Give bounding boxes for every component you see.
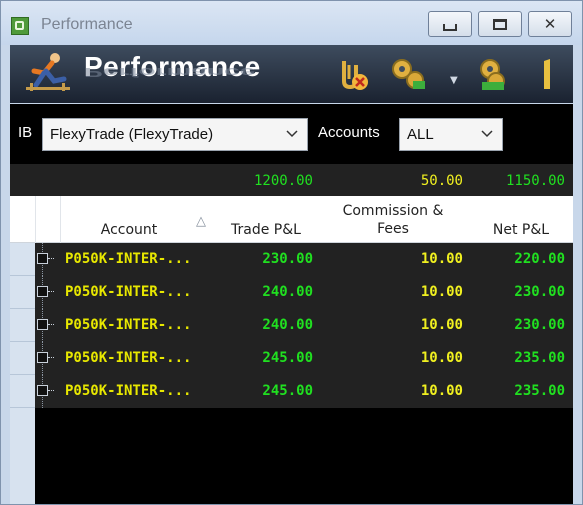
table-row[interactable]: P050K-INTER-... 245.00 10.00 235.00: [35, 342, 573, 375]
tree-line: [48, 390, 54, 392]
tree-line: [48, 291, 54, 293]
banner-title-reflection: Performance: [84, 65, 256, 79]
total-commission-fees: 50.00: [420, 173, 463, 189]
commission-cell: 10.00: [420, 317, 463, 333]
chevron-down-icon: [286, 130, 298, 138]
expand-icon[interactable]: [37, 385, 48, 396]
net-pl-cell: 230.00: [514, 317, 565, 333]
tree-line: [48, 258, 54, 260]
minimize-icon: [443, 23, 457, 31]
grid-header: Account △ Trade P&L Commission & Fees Ne…: [10, 196, 573, 243]
broker-select[interactable]: FlexyTrade (FlexyTrade): [42, 118, 308, 151]
total-net-pl: 1150.00: [505, 173, 565, 189]
column-header-trade-pl[interactable]: Trade P&L: [216, 222, 316, 238]
minimize-button[interactable]: [428, 11, 472, 37]
expand-icon[interactable]: [37, 253, 48, 264]
gears-dropdown-arrow-icon[interactable]: ▼: [450, 75, 458, 86]
row-divider: [10, 308, 35, 309]
tree-line: [48, 357, 54, 359]
column-header-commission-fees[interactable]: Commission & Fees: [328, 202, 458, 238]
maximize-icon: [493, 18, 507, 30]
title-bar[interactable]: Performance ✕: [1, 1, 582, 45]
row-divider: [10, 407, 35, 408]
broker-select-value: FlexyTrade (FlexyTrade): [50, 126, 214, 143]
gears-icon[interactable]: [388, 55, 428, 93]
performance-window: Performance ✕ Performance Performance ▼ …: [0, 0, 583, 505]
close-icon: ✕: [543, 15, 557, 33]
filter-bar: IB FlexyTrade (FlexyTrade) Accounts ALL: [10, 104, 573, 164]
account-cell: P050K-INTER-...: [65, 383, 192, 399]
empty-grid-area: [35, 408, 573, 504]
table-row[interactable]: P050K-INTER-... 240.00 10.00 230.00: [35, 309, 573, 342]
window-title: Performance: [41, 16, 133, 33]
commission-cell: 10.00: [420, 284, 463, 300]
broker-label: IB: [18, 124, 33, 141]
net-pl-cell: 235.00: [514, 383, 565, 399]
expand-icon[interactable]: [37, 319, 48, 330]
expand-icon[interactable]: [37, 352, 48, 363]
expand-icon[interactable]: [37, 286, 48, 297]
account-cell: P050K-INTER-...: [65, 251, 192, 267]
accounts-select-value: ALL: [407, 126, 434, 143]
grid-rows: P050K-INTER-... 230.00 10.00 220.00 P050…: [35, 243, 573, 408]
row-divider: [10, 341, 35, 342]
commission-cell: 10.00: [420, 251, 463, 267]
column-header-account[interactable]: Account: [74, 222, 184, 238]
column-header-net-pl[interactable]: Net P&L: [476, 222, 566, 238]
trade-pl-cell: 245.00: [262, 383, 313, 399]
totals-row: 1200.00 50.00 1150.00: [10, 164, 573, 196]
table-row[interactable]: P050K-INTER-... 240.00 10.00 230.00: [35, 276, 573, 309]
column-separator: [35, 196, 36, 243]
account-cell: P050K-INTER-...: [65, 284, 192, 300]
net-pl-cell: 220.00: [514, 251, 565, 267]
app-icon: [11, 17, 29, 35]
maximize-button[interactable]: [478, 11, 522, 37]
bar-icon[interactable]: [530, 55, 570, 93]
account-cell: P050K-INTER-...: [65, 350, 192, 366]
accounts-label: Accounts: [318, 124, 380, 141]
commission-cell: 10.00: [420, 350, 463, 366]
account-cell: P050K-INTER-...: [65, 317, 192, 333]
chevron-down-icon: [481, 130, 493, 138]
net-pl-cell: 230.00: [514, 284, 565, 300]
trade-pl-cell: 230.00: [262, 251, 313, 267]
tree-line: [48, 324, 54, 326]
table-row[interactable]: P050K-INTER-... 230.00 10.00 220.00: [35, 243, 573, 276]
sort-ascending-icon: △: [196, 214, 206, 229]
trade-pl-cell: 240.00: [262, 284, 313, 300]
commission-cell: 10.00: [420, 383, 463, 399]
row-divider: [10, 374, 35, 375]
runner-icon: [26, 53, 70, 91]
column-separator: [60, 196, 61, 243]
total-trade-pl: 1200.00: [253, 173, 313, 189]
paperclip-delete-icon[interactable]: [332, 55, 372, 93]
accounts-select[interactable]: ALL: [399, 118, 503, 151]
trade-pl-cell: 245.00: [262, 350, 313, 366]
table-row[interactable]: P050K-INTER-... 245.00 10.00 235.00: [35, 375, 573, 408]
trade-pl-cell: 240.00: [262, 317, 313, 333]
toolbar-banner: Performance Performance ▼: [10, 45, 573, 103]
row-selector-gutter: [10, 243, 35, 504]
row-divider: [10, 275, 35, 276]
net-pl-cell: 235.00: [514, 350, 565, 366]
performance-grid: Account △ Trade P&L Commission & Fees Ne…: [10, 196, 573, 504]
close-button[interactable]: ✕: [528, 11, 572, 37]
gears-add-icon[interactable]: [474, 55, 514, 93]
